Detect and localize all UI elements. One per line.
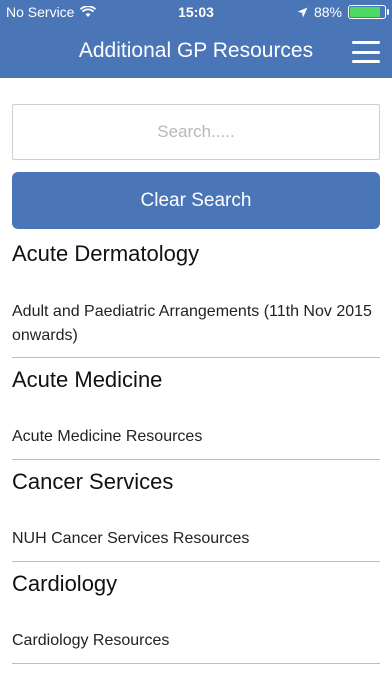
list-item[interactable]: Acute Medicine Resources [12,418,380,460]
page-title: Additional GP Resources [78,39,314,62]
nav-bar: Additional GP Resources [0,26,392,78]
battery-icon [348,5,389,19]
battery-percent: 88% [313,4,342,20]
section-heading: Cardiology [12,571,118,596]
hamburger-menu-icon[interactable] [352,41,380,63]
section-acute-medicine: Acute Medicine Acute Medicine Resources [0,358,392,460]
section-cancer-services: Cancer Services NUH Cancer Services Reso… [0,460,392,562]
section-heading: Acute Medicine [12,367,163,392]
location-arrow-icon [297,7,308,17]
list-item[interactable]: NUH Cancer Services Resources [12,520,380,562]
list-item[interactable]: Cardiology Resources [12,622,380,664]
header-bar: No Service 15:03 88% Additional GP Resou… [0,0,392,78]
resource-list: Acute Dermatology Adult and Paediatric A… [0,232,392,664]
section-cardiology: Cardiology Cardiology Resources [0,562,392,664]
menu-bar-line [352,60,380,63]
status-right: 88% [297,4,389,20]
list-item[interactable]: Adult and Paediatric Arrangements (11th … [12,292,380,358]
section-heading: Cancer Services [12,469,174,494]
status-bar: No Service 15:03 88% [0,0,392,26]
section-heading: Acute Dermatology [12,241,200,266]
clear-search-button[interactable]: Clear Search [12,172,380,229]
menu-bar-line [352,41,380,44]
section-acute-dermatology: Acute Dermatology Adult and Paediatric A… [0,232,392,358]
battery-level-fill [350,7,380,17]
menu-bar-line [352,50,380,54]
search-input[interactable] [12,104,380,160]
